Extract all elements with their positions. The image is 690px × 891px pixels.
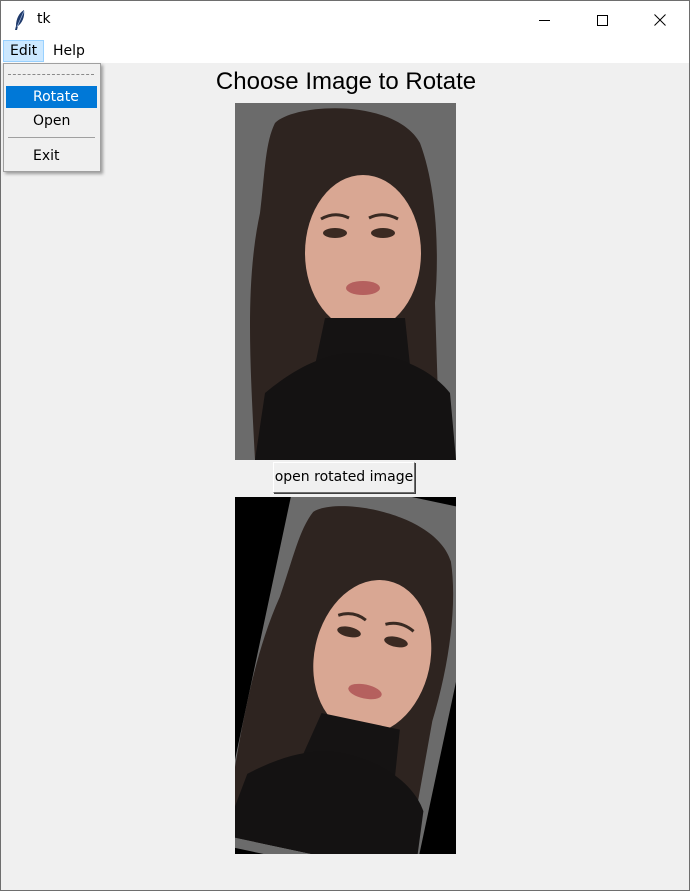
- minimize-button[interactable]: [515, 1, 573, 39]
- minimize-icon: [538, 15, 550, 26]
- tearoff-line[interactable]: [8, 74, 94, 75]
- feather-icon: [13, 9, 27, 31]
- open-rotated-image-button[interactable]: open rotated image: [273, 462, 415, 493]
- original-image: [235, 103, 456, 460]
- menu-item-open[interactable]: Open: [6, 110, 97, 132]
- edit-dropdown-menu: Rotate Open Exit: [3, 63, 101, 172]
- title-bar[interactable]: tk: [1, 1, 689, 39]
- menu-help[interactable]: Help: [47, 41, 91, 61]
- menu-separator: [8, 137, 95, 138]
- menu-edit[interactable]: Edit: [3, 40, 45, 62]
- menu-bar: Edit Help: [1, 39, 689, 63]
- maximize-button[interactable]: [573, 1, 631, 39]
- page-title: Choose Image to Rotate: [215, 68, 477, 95]
- app-window: tk Edit Help Choose Image to Rotate open…: [0, 0, 690, 891]
- maximize-icon: [596, 14, 608, 26]
- menu-item-rotate[interactable]: Rotate: [6, 86, 97, 108]
- close-icon: [654, 14, 666, 26]
- window-title: tk: [37, 11, 51, 27]
- close-button[interactable]: [631, 1, 689, 39]
- rotated-image: [235, 497, 456, 854]
- menu-item-exit[interactable]: Exit: [6, 145, 97, 167]
